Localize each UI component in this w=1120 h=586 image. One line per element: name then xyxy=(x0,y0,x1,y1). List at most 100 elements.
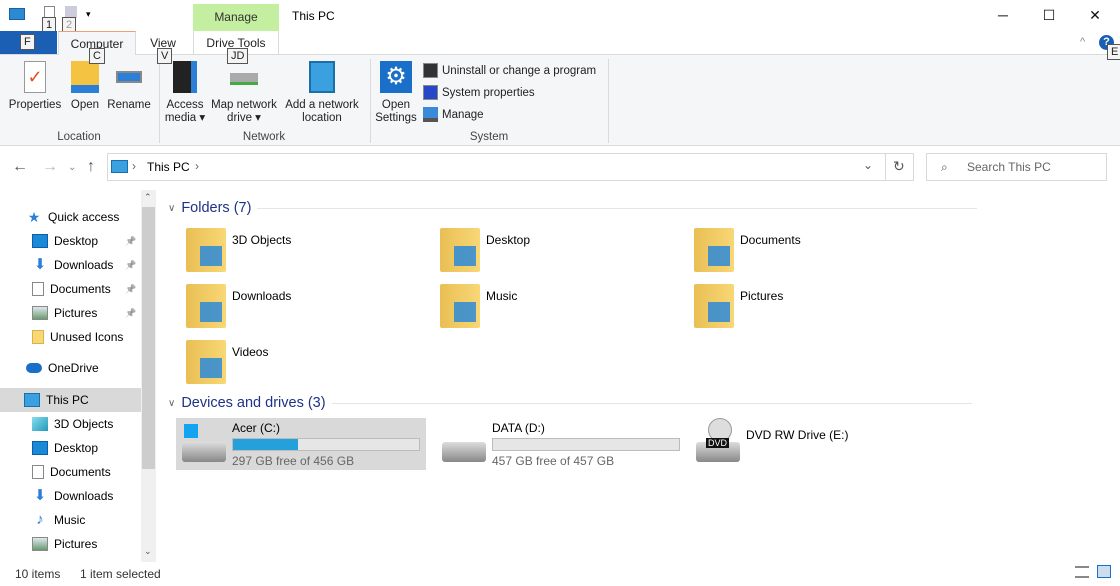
button-label: Uninstall or change a program xyxy=(442,64,597,77)
media-icon xyxy=(173,61,197,93)
sidebar-item[interactable]: OneDrive xyxy=(26,356,99,380)
sidebar-item-label: Music xyxy=(54,513,86,527)
search-input[interactable]: ⌕ Search This PC xyxy=(926,153,1107,181)
maximize-button[interactable]: ☐ xyxy=(1026,0,1072,31)
sidebar-item[interactable]: Pictures 📌 xyxy=(32,301,136,325)
folder-item[interactable]: Documents xyxy=(694,228,944,280)
tab-file[interactable]: F xyxy=(0,31,57,54)
rename-button[interactable]: Rename xyxy=(106,61,152,112)
collapse-ribbon-icon[interactable]: ^ xyxy=(1080,36,1085,48)
drive-usage-bar xyxy=(492,438,680,451)
pin-icon[interactable]: 📌 xyxy=(125,277,136,301)
sidebar-item[interactable]: 3D Objects xyxy=(32,412,113,436)
document-icon xyxy=(32,465,44,479)
sidebar-item[interactable]: ⬇ Downloads 📌 xyxy=(32,253,137,277)
chevron-down-icon[interactable]: ∨ xyxy=(168,398,175,409)
document-icon xyxy=(708,246,730,266)
sidebar-item-label: Unused Icons xyxy=(50,330,124,344)
system-properties-icon xyxy=(423,85,438,100)
properties-button[interactable]: ✓ Properties xyxy=(6,61,64,112)
sidebar-item[interactable]: Unused Icons xyxy=(32,325,123,349)
divider xyxy=(608,59,609,143)
minimize-button[interactable]: ─ xyxy=(980,0,1026,31)
group-label-network: Network xyxy=(242,131,286,143)
sidebar-item[interactable]: Documents 📌 xyxy=(32,277,136,301)
pin-icon[interactable]: 📌 xyxy=(125,253,136,277)
cube-icon xyxy=(32,417,48,431)
sidebar-item[interactable]: This PC xyxy=(0,388,141,412)
manage-button[interactable]: Manage xyxy=(423,107,484,122)
map-network-drive-button[interactable]: Map network drive ▾ xyxy=(208,61,280,125)
drive-usage-bar xyxy=(232,438,420,451)
document-icon xyxy=(32,282,44,296)
scroll-down-icon[interactable]: ⌄ xyxy=(144,546,152,557)
sidebar-item-label: 3D Objects xyxy=(54,417,114,431)
chevron-down-icon[interactable]: ⌄ xyxy=(863,158,873,172)
folder-icon xyxy=(440,228,480,272)
refresh-icon[interactable]: ↻ xyxy=(893,158,905,175)
drives-group-header[interactable]: ∨ Devices and drives (3) xyxy=(168,395,972,411)
back-button[interactable]: ← xyxy=(12,158,28,176)
scroll-up-icon[interactable]: ⌃ xyxy=(144,192,152,203)
forward-button[interactable]: → xyxy=(42,158,58,176)
folder-label: Desktop xyxy=(486,233,531,247)
folder-label: Downloads xyxy=(232,289,292,303)
folder-item[interactable]: Pictures xyxy=(694,284,944,336)
network-location-icon xyxy=(309,61,335,93)
recent-locations-dropdown[interactable]: ⌄ xyxy=(68,162,76,173)
sidebar-item[interactable]: Desktop 📌 xyxy=(32,229,136,253)
keytip: F xyxy=(20,34,35,50)
folder-label: Music xyxy=(486,289,518,303)
sidebar-item-label: Quick access xyxy=(48,210,120,224)
drive-item[interactable]: Acer (C:) 297 GB free of 456 GB xyxy=(176,418,426,470)
drive-item[interactable]: DVD DVD RW Drive (E:) xyxy=(690,418,940,470)
access-media-button[interactable]: Access media ▾ xyxy=(164,61,206,125)
computer-icon xyxy=(111,160,128,173)
pin-icon[interactable]: 📌 xyxy=(125,229,136,253)
download-icon xyxy=(200,302,222,322)
up-button[interactable]: ↑ xyxy=(87,158,95,176)
chevron-right-icon[interactable]: › xyxy=(195,159,199,173)
sidebar-item-label: Downloads xyxy=(54,258,114,272)
cube-icon xyxy=(200,246,222,266)
customize-qat-dropdown[interactable]: ▾ xyxy=(86,9,91,20)
close-button[interactable]: ✕ xyxy=(1072,0,1118,31)
uninstall-program-button[interactable]: Uninstall or change a program xyxy=(423,63,596,78)
drive-icon xyxy=(442,442,486,462)
folder-item[interactable]: 3D Objects xyxy=(186,228,436,280)
title-bar: ▾ 1 2 Manage This PC ─ ☐ ✕ xyxy=(0,0,1120,33)
drive-item[interactable]: DATA (D:) 457 GB free of 457 GB xyxy=(436,418,686,470)
sidebar-item[interactable]: ⬇ Downloads xyxy=(32,484,114,508)
folder-item[interactable]: Videos xyxy=(186,340,436,392)
drive-label: DVD RW Drive (E:) xyxy=(746,428,849,442)
sidebar-item[interactable]: Desktop xyxy=(32,436,98,460)
scrollbar-thumb[interactable] xyxy=(142,207,155,469)
computer-icon xyxy=(24,393,40,407)
selection-count: 1 item selected xyxy=(80,567,161,581)
system-properties-button[interactable]: System properties xyxy=(423,85,535,100)
folder-label: Pictures xyxy=(740,289,784,303)
sidebar-item[interactable]: ★ Quick access xyxy=(26,205,120,229)
folder-item[interactable]: Desktop xyxy=(440,228,690,280)
chevron-down-icon[interactable]: ∨ xyxy=(168,203,175,214)
button-label: Open xyxy=(70,99,100,111)
add-network-location-button[interactable]: Add a network location xyxy=(282,61,362,125)
dvd-label: DVD xyxy=(706,438,730,448)
folder-icon xyxy=(694,228,734,272)
sidebar-item[interactable]: Documents xyxy=(32,460,111,484)
open-button[interactable]: Open xyxy=(66,61,104,112)
folders-group-header[interactable]: ∨ Folders (7) xyxy=(168,200,978,216)
sidebar-item[interactable]: ♪ Music xyxy=(32,508,85,532)
folder-item[interactable]: Music xyxy=(440,284,690,336)
properties-icon: ✓ xyxy=(24,61,46,93)
address-bar[interactable]: › This PC › ⌄ ↻ xyxy=(107,153,914,181)
pin-icon[interactable]: 📌 xyxy=(125,301,136,325)
large-icons-view-icon[interactable] xyxy=(1097,565,1111,578)
breadcrumb-this-pc[interactable]: This PC xyxy=(147,160,190,174)
group-title: Folders (7) xyxy=(181,200,252,216)
details-view-icon[interactable] xyxy=(1075,566,1089,578)
sidebar-item[interactable]: Pictures xyxy=(32,532,97,556)
manage-context-tab[interactable]: Manage xyxy=(193,4,279,31)
folder-item[interactable]: Downloads xyxy=(186,284,436,336)
open-settings-button[interactable]: ⚙ Open Settings xyxy=(374,61,418,125)
